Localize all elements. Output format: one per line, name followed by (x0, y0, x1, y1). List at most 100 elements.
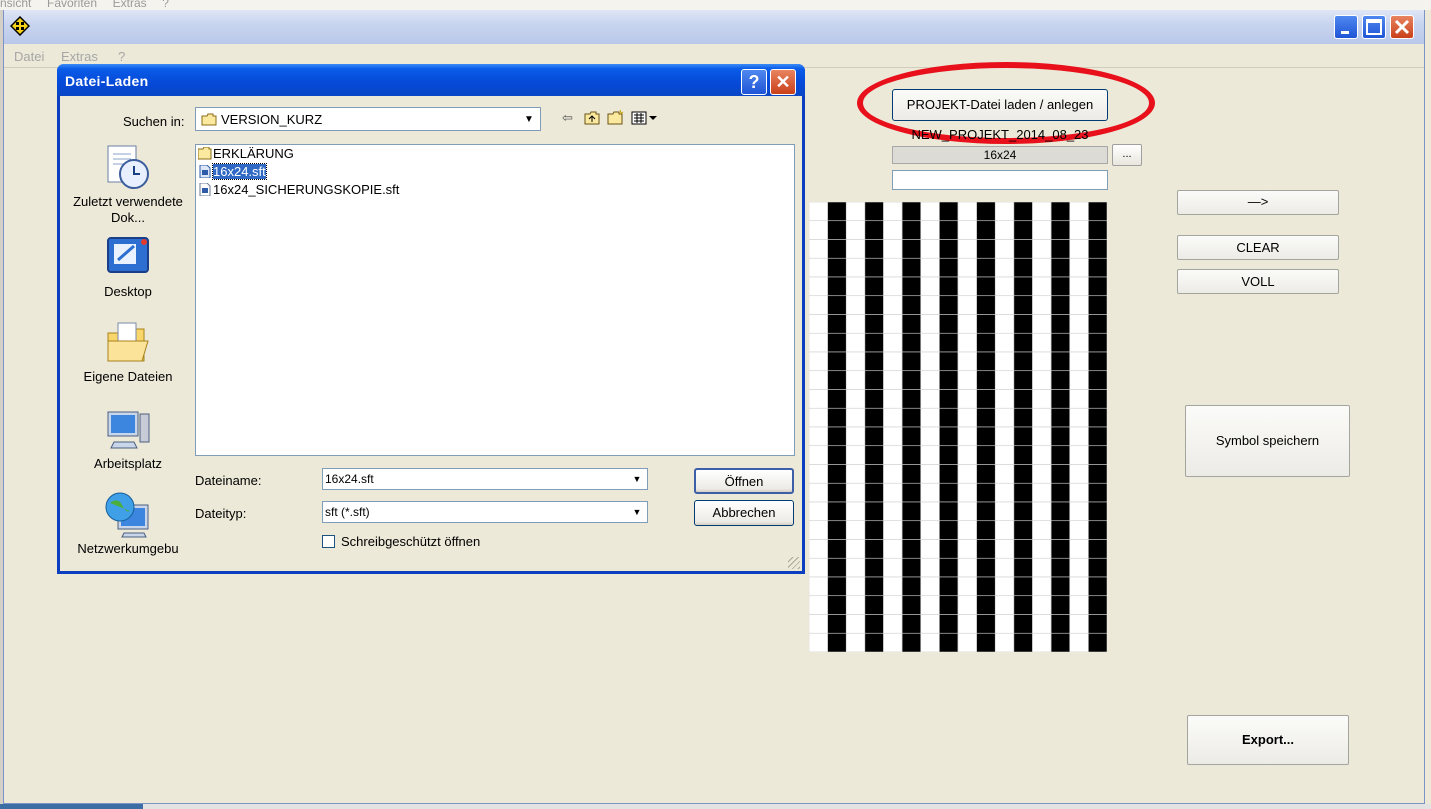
grid-cell[interactable] (1013, 632, 1033, 652)
grid-cell[interactable] (1013, 202, 1033, 222)
grid-cell[interactable] (1088, 220, 1107, 240)
grid-cell[interactable] (1032, 539, 1052, 559)
grid-cell[interactable] (920, 576, 940, 597)
grid-cell[interactable] (1013, 501, 1033, 522)
grid-cell[interactable] (883, 520, 903, 540)
grid-cell[interactable] (901, 276, 922, 297)
grid-cell[interactable] (994, 239, 1015, 259)
grid-cell[interactable] (920, 520, 940, 540)
grid-cell[interactable] (957, 202, 977, 222)
grid-cell[interactable] (957, 445, 977, 465)
grid-cell[interactable] (1050, 445, 1071, 465)
grid-cell[interactable] (901, 520, 922, 540)
grid-cell[interactable] (901, 539, 922, 559)
grid-cell[interactable] (994, 539, 1015, 559)
place-recent[interactable]: Zuletzt verwendete Dok... (72, 144, 184, 226)
grid-cell[interactable] (920, 239, 940, 259)
grid-cell[interactable] (976, 557, 996, 578)
grid-cell[interactable] (939, 426, 959, 447)
grid-cell[interactable] (957, 407, 977, 428)
grid-cell[interactable] (939, 257, 959, 278)
grid-cell[interactable] (827, 202, 847, 222)
grid-cell[interactable] (920, 295, 940, 315)
grid-cell[interactable] (901, 632, 922, 652)
grid-cell[interactable] (957, 576, 977, 597)
grid-cell[interactable] (939, 220, 959, 240)
grid-cell[interactable] (1088, 520, 1107, 540)
grid-cell[interactable] (901, 482, 922, 503)
grid-cell[interactable] (827, 482, 847, 503)
grid-cell[interactable] (939, 482, 959, 503)
grid-cell[interactable] (809, 539, 828, 559)
grid-cell[interactable] (1013, 239, 1033, 259)
grid-cell[interactable] (864, 220, 884, 240)
file-list[interactable]: ERKLÄRUNG 16x24.sft 16x24_SICHERUNGSKOPI… (195, 144, 795, 456)
dialog-titlebar[interactable]: Datei-Laden ? ✕ (57, 64, 805, 96)
lookin-combo[interactable]: VERSION_KURZ ▼ (195, 107, 541, 131)
grid-cell[interactable] (809, 276, 828, 297)
grid-cell[interactable] (1069, 464, 1089, 484)
grid-cell[interactable] (939, 202, 959, 222)
grid-cell[interactable] (845, 407, 866, 428)
grid-cell[interactable] (1088, 464, 1107, 484)
grid-cell[interactable] (1088, 595, 1107, 615)
grid-cell[interactable] (1013, 257, 1033, 278)
grid-cell[interactable] (864, 389, 884, 409)
grid-cell[interactable] (957, 239, 977, 259)
grid-cell[interactable] (994, 482, 1015, 503)
resize-grip-icon[interactable] (788, 557, 800, 569)
grid-cell[interactable] (809, 389, 828, 409)
grid-cell[interactable] (1088, 351, 1107, 372)
grid-cell[interactable] (827, 314, 847, 334)
list-item[interactable]: ERKLÄRUNG (198, 145, 294, 163)
grid-cell[interactable] (809, 464, 828, 484)
grid-cell[interactable] (920, 202, 940, 222)
grid-cell[interactable] (845, 220, 866, 240)
grid-cell[interactable] (845, 202, 866, 222)
grid-cell[interactable] (1050, 257, 1071, 278)
grid-cell[interactable] (827, 239, 847, 259)
grid-cell[interactable] (883, 407, 903, 428)
grid-cell[interactable] (1013, 426, 1033, 447)
grid-cell[interactable] (920, 389, 940, 409)
grid-cell[interactable] (957, 632, 977, 652)
grid-cell[interactable] (1069, 332, 1089, 353)
app-icon[interactable] (10, 16, 30, 36)
grid-cell[interactable] (1050, 202, 1071, 222)
grid-cell[interactable] (957, 557, 977, 578)
grid-cell[interactable] (1069, 257, 1089, 278)
grid-cell[interactable] (994, 632, 1015, 652)
grid-cell[interactable] (845, 464, 866, 484)
filename-combo[interactable]: 16x24.sft ▼ (322, 468, 648, 490)
list-item[interactable]: 16x24.sft (198, 163, 267, 181)
grid-cell[interactable] (939, 632, 959, 652)
grid-cell[interactable] (957, 220, 977, 240)
grid-cell[interactable] (939, 520, 959, 540)
grid-cell[interactable] (957, 501, 977, 522)
grid-cell[interactable] (845, 257, 866, 278)
grid-cell[interactable] (901, 501, 922, 522)
grid-cell[interactable] (1013, 295, 1033, 315)
grid-cell[interactable] (1088, 276, 1107, 297)
grid-cell[interactable] (809, 445, 828, 465)
grid-cell[interactable] (957, 370, 977, 390)
grid-cell[interactable] (1069, 370, 1089, 390)
grid-cell[interactable] (883, 539, 903, 559)
grid-cell[interactable] (883, 576, 903, 597)
grid-cell[interactable] (939, 389, 959, 409)
grid-cell[interactable] (939, 464, 959, 484)
grid-cell[interactable] (939, 407, 959, 428)
grid-cell[interactable] (809, 370, 828, 390)
grid-cell[interactable] (827, 276, 847, 297)
grid-cell[interactable] (1069, 295, 1089, 315)
grid-cell[interactable] (1050, 370, 1071, 390)
grid-cell[interactable] (1069, 351, 1089, 372)
grid-cell[interactable] (939, 539, 959, 559)
grid-cell[interactable] (1069, 389, 1089, 409)
grid-cell[interactable] (1088, 576, 1107, 597)
grid-cell[interactable] (1069, 501, 1089, 522)
grid-cell[interactable] (864, 482, 884, 503)
dialog-close-button[interactable]: ✕ (770, 69, 796, 95)
grid-cell[interactable] (901, 239, 922, 259)
grid-cell[interactable] (994, 595, 1015, 615)
